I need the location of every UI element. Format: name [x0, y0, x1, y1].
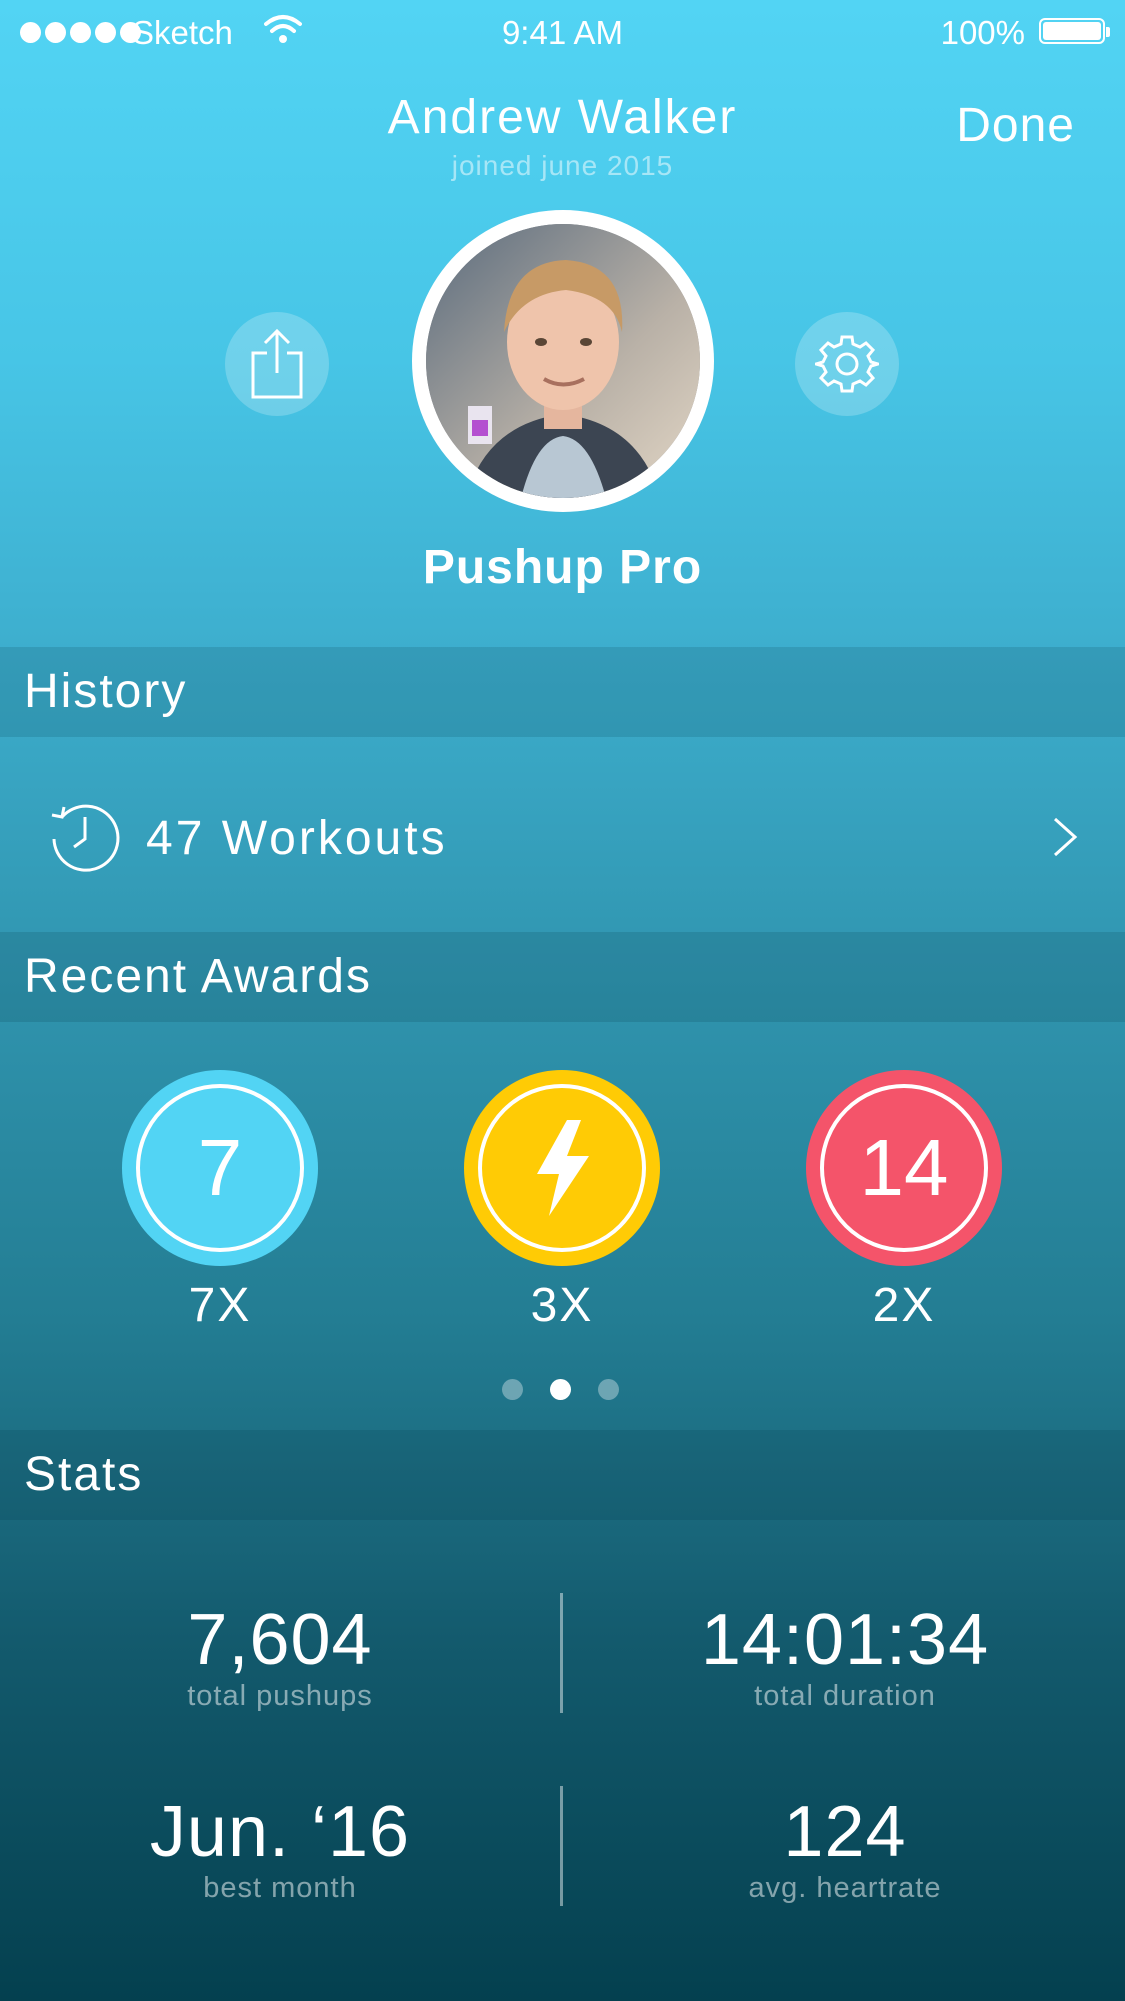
divider [560, 1786, 563, 1906]
page-dot[interactable] [502, 1379, 523, 1400]
award-badge-14[interactable]: 14 [806, 1070, 1002, 1266]
share-button[interactable] [225, 312, 329, 416]
history-clock-icon [51, 804, 120, 872]
award-badge-7[interactable]: 7 [122, 1070, 318, 1266]
chevron-right-icon [1053, 817, 1078, 857]
stat-value: 7,604 [187, 1600, 373, 1680]
stat-label: best month [203, 1872, 357, 1904]
settings-button[interactable] [795, 312, 899, 416]
stat-avg-heartrate: 124 avg. heartrate [565, 1796, 1125, 1905]
stat-best-month: Jun. ‘16 best month [0, 1796, 560, 1905]
lightning-icon [537, 1120, 589, 1216]
page-dot[interactable] [598, 1379, 619, 1400]
page-indicator[interactable] [502, 1379, 619, 1400]
status-bar: Sketch 9:41 AM 100% [0, 0, 1125, 66]
award-badge-number: 14 [820, 1084, 988, 1252]
avatar[interactable] [412, 210, 714, 512]
share-icon [251, 328, 303, 399]
page-dot-active[interactable] [550, 1379, 571, 1400]
battery-percentage: 100% [940, 14, 1025, 51]
workouts-row[interactable]: 47 Workouts [0, 737, 1125, 932]
stat-label: total pushups [187, 1680, 373, 1712]
stat-total-duration: 14:01:34 total duration [565, 1604, 1125, 1713]
divider [560, 1593, 563, 1713]
battery-icon [1039, 18, 1110, 44]
history-section-header: History [0, 647, 1125, 737]
recent-awards-section-header: Recent Awards [0, 932, 1125, 1022]
stat-total-pushups: 7,604 total pushups [0, 1604, 560, 1713]
stats-section-header: Stats [0, 1430, 1125, 1520]
workouts-count: 47 Workouts [146, 812, 448, 865]
stat-value: 14:01:34 [700, 1600, 990, 1680]
joined-date: joined june 2015 [451, 150, 674, 181]
gear-icon [815, 335, 879, 393]
stat-label: total duration [754, 1680, 936, 1712]
stat-value: 124 [783, 1792, 907, 1872]
done-button[interactable]: Done [956, 98, 1075, 153]
award-count: 2X [872, 1279, 936, 1332]
user-rank: Pushup Pro [422, 541, 703, 594]
award-badge-lightning[interactable] [464, 1070, 660, 1266]
stat-value: Jun. ‘16 [149, 1792, 411, 1872]
avatar-photo [426, 224, 700, 498]
award-count: 3X [530, 1279, 594, 1332]
award-badge-number: 7 [136, 1084, 304, 1252]
award-count: 7X [188, 1279, 252, 1332]
stat-label: avg. heartrate [748, 1872, 942, 1904]
